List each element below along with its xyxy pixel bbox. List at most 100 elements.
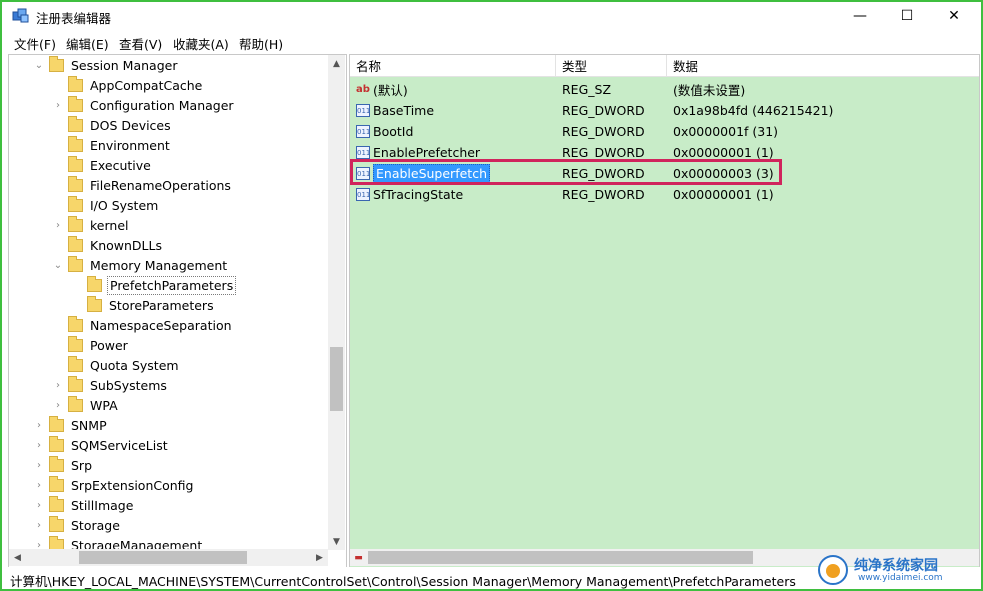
tree-expander-icon[interactable]: ›: [33, 515, 45, 535]
folder-icon: [68, 355, 83, 372]
registry-tree-pane[interactable]: ⌄ Session Manager AppCompatCache › Configura…: [8, 54, 347, 568]
title-bar[interactable]: 注册表编辑器 — ☐ ✕: [2, 2, 981, 30]
tree-expander-icon[interactable]: ›: [52, 95, 64, 115]
scroll-up-arrow-icon[interactable]: ▲: [328, 55, 345, 72]
watermark-logo-icon: [818, 555, 848, 585]
tree-item[interactable]: KnownDLLs: [52, 235, 164, 255]
tree-item[interactable]: Environment: [52, 135, 172, 155]
tree-expander-icon[interactable]: ›: [52, 395, 64, 415]
tree-vertical-scrollbar[interactable]: ▲ ▼: [328, 55, 345, 550]
tree-item[interactable]: › SubSystems: [52, 375, 169, 395]
scroll-left-arrow-icon[interactable]: ▬: [350, 549, 367, 566]
tree-item[interactable]: StoreParameters: [71, 295, 216, 315]
tree-item-label: PrefetchParameters: [107, 275, 237, 295]
value-data: 0x00000001 (1): [673, 187, 774, 202]
tree-item[interactable]: › WPA: [52, 395, 120, 415]
tree-item[interactable]: AppCompatCache: [52, 75, 204, 95]
tree-horizontal-scrollbar[interactable]: ◀ ▶: [9, 549, 328, 566]
tree-expander-icon[interactable]: ⌄: [33, 55, 45, 75]
tree-item-label: StoreParameters: [109, 297, 214, 313]
tree-item-label: AppCompatCache: [90, 77, 203, 93]
folder-icon: [49, 415, 64, 432]
tree-item-label: Memory Management: [90, 257, 228, 273]
tree-item[interactable]: › kernel: [52, 215, 131, 235]
tree-item[interactable]: › Srp: [33, 455, 94, 475]
value-name-cell: 011 BaseTime: [356, 100, 434, 121]
tree-item[interactable]: › Storage: [33, 515, 122, 535]
scroll-down-arrow-icon[interactable]: ▼: [328, 533, 345, 550]
value-row[interactable]: 011 BootId REG_DWORD 0x0000001f (31): [350, 121, 979, 142]
tree-item[interactable]: › SNMP: [33, 415, 109, 435]
menu-help[interactable]: 帮助(H): [239, 34, 283, 53]
watermark-title: 纯净系统家园: [854, 558, 938, 574]
tree-expander-icon[interactable]: ›: [33, 495, 45, 515]
tree-expander-icon[interactable]: ›: [33, 415, 45, 435]
tree-item[interactable]: › SrpExtensionConfig: [33, 475, 195, 495]
tree-expander-icon[interactable]: [52, 115, 64, 135]
value-name: (默认): [373, 83, 408, 98]
maximize-button[interactable]: ☐: [884, 2, 930, 30]
tree-item[interactable]: Executive: [52, 155, 153, 175]
value-data: 0x1a98b4fd (446215421): [673, 103, 834, 118]
tree-item-label: Session Manager: [71, 57, 178, 73]
watermark-url: www.yidaimei.com: [858, 573, 943, 583]
folder-icon: [68, 335, 83, 352]
value-row[interactable]: 011 SfTracingState REG_DWORD 0x00000001 (1): [350, 184, 979, 205]
tree-item[interactable]: FileRenameOperations: [52, 175, 233, 195]
tree-expander-icon[interactable]: [52, 155, 64, 175]
tree-expander-icon[interactable]: [52, 135, 64, 155]
registry-editor-window: 注册表编辑器 — ☐ ✕ 文件(F) 编辑(E) 查看(V) 收藏夹(A) 帮助…: [0, 0, 983, 591]
tree-expander-icon[interactable]: ›: [33, 475, 45, 495]
annotation-highlight-box: [350, 159, 782, 185]
menu-favorites[interactable]: 收藏夹(A): [173, 34, 229, 53]
registry-values-pane[interactable]: 名称 类型 数据 ab (默认) REG_SZ (数值未设置) 011 BaseTime R…: [349, 54, 980, 568]
tree-expander-icon[interactable]: [52, 335, 64, 355]
values-horizontal-scroll-thumb[interactable]: [368, 551, 753, 564]
tree-item[interactable]: › StillImage: [33, 495, 135, 515]
tree-expander-icon[interactable]: ›: [33, 435, 45, 455]
value-name: SfTracingState: [373, 187, 464, 202]
tree-item[interactable]: ⌄ Session Manager: [33, 55, 179, 75]
tree-item[interactable]: I/O System: [52, 195, 160, 215]
column-header-type[interactable]: 类型: [556, 55, 667, 77]
close-button[interactable]: ✕: [931, 2, 977, 30]
tree-item-label: SQMServiceList: [71, 437, 168, 453]
tree-expander-icon[interactable]: [71, 275, 83, 295]
tree-item[interactable]: Quota System: [52, 355, 181, 375]
tree-item[interactable]: › SQMServiceList: [33, 435, 170, 455]
tree-item-label: Environment: [90, 137, 170, 153]
menu-edit[interactable]: 编辑(E): [66, 34, 109, 53]
tree-expander-icon[interactable]: ›: [52, 215, 64, 235]
scroll-left-arrow-icon[interactable]: ◀: [9, 549, 26, 566]
minimize-button[interactable]: —: [837, 2, 883, 30]
menu-file[interactable]: 文件(F): [14, 34, 56, 53]
scroll-right-arrow-icon[interactable]: ▶: [311, 549, 328, 566]
binary-value-icon: 011: [356, 104, 370, 117]
tree-expander-icon[interactable]: [52, 235, 64, 255]
tree-item[interactable]: NamespaceSeparation: [52, 315, 234, 335]
value-row[interactable]: 011 BaseTime REG_DWORD 0x1a98b4fd (44621542…: [350, 100, 979, 121]
tree-vertical-scroll-thumb[interactable]: [330, 347, 343, 411]
column-header-data[interactable]: 数据: [667, 55, 979, 77]
folder-icon: [68, 135, 83, 152]
tree-item[interactable]: ⌄ Memory Management: [52, 255, 229, 275]
tree-item[interactable]: Power: [52, 335, 130, 355]
tree-expander-icon[interactable]: [52, 75, 64, 95]
status-path: 计算机\HKEY_LOCAL_MACHINE\SYSTEM\CurrentCon…: [10, 574, 796, 589]
menu-view[interactable]: 查看(V): [119, 34, 162, 53]
tree-expander-icon[interactable]: ›: [52, 375, 64, 395]
tree-expander-icon[interactable]: [52, 355, 64, 375]
column-header-name[interactable]: 名称: [350, 55, 556, 77]
tree-expander-icon[interactable]: ⌄: [52, 255, 64, 275]
tree-item[interactable]: › Configuration Manager: [52, 95, 236, 115]
tree-item[interactable]: DOS Devices: [52, 115, 173, 135]
value-row[interactable]: ab (默认) REG_SZ (数值未设置): [350, 79, 979, 100]
tree-expander-icon[interactable]: [52, 315, 64, 335]
folder-icon: [68, 255, 83, 272]
tree-expander-icon[interactable]: [71, 295, 83, 315]
tree-item[interactable]: PrefetchParameters: [71, 275, 237, 295]
tree-expander-icon[interactable]: [52, 195, 64, 215]
tree-horizontal-scroll-thumb[interactable]: [79, 551, 247, 564]
tree-expander-icon[interactable]: [52, 175, 64, 195]
tree-expander-icon[interactable]: ›: [33, 455, 45, 475]
